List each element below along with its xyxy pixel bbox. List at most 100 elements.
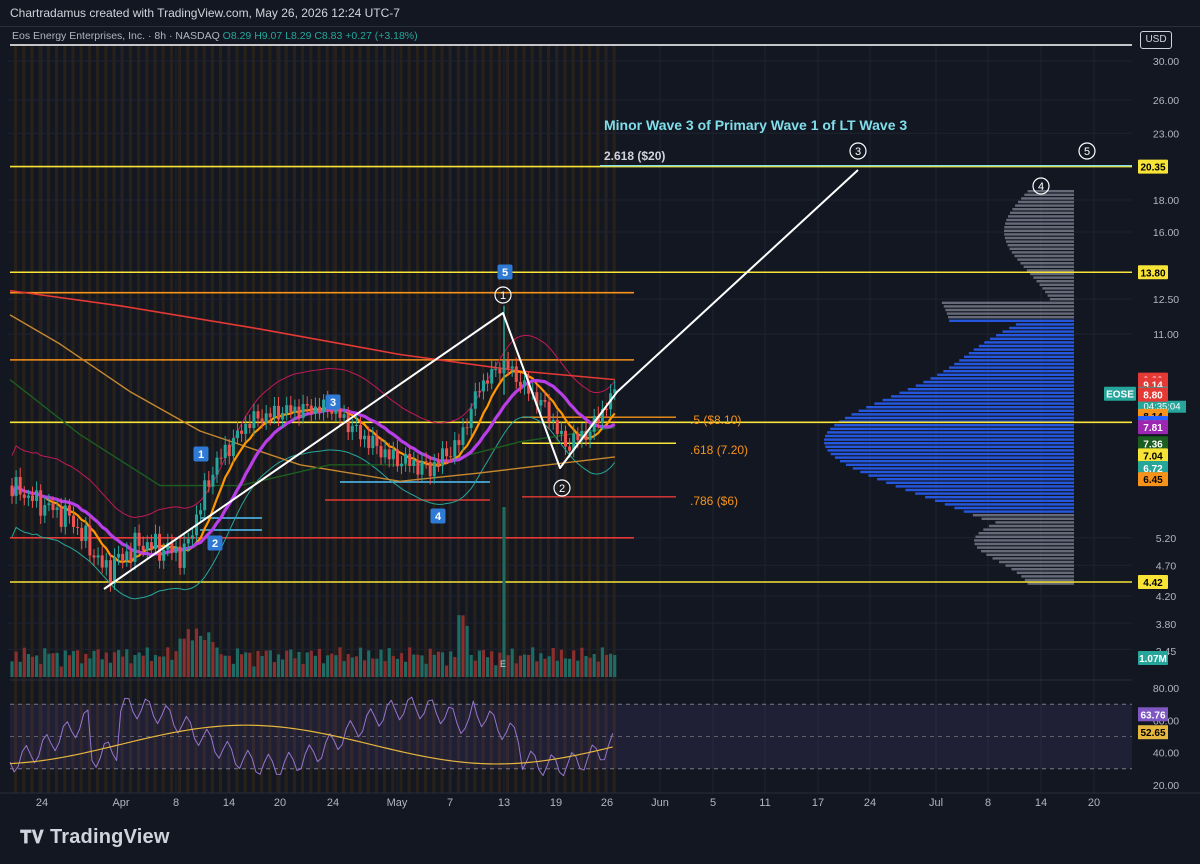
candle-body [158, 533, 162, 561]
volume-profile-bar [974, 539, 1074, 542]
currency-button[interactable]: USD [1140, 31, 1172, 49]
candle-body [133, 532, 137, 562]
volume-profile-bar [978, 532, 1074, 535]
volume-profile-bar [830, 452, 1074, 456]
session-stripe [407, 45, 411, 793]
time-tick: 24 [36, 797, 48, 809]
session-stripe [96, 45, 100, 793]
volume-profile-bar [1024, 193, 1074, 196]
candle-body [424, 461, 428, 463]
candle-body [449, 456, 453, 458]
price-tick: 4.20 [1156, 591, 1177, 603]
session-stripe [14, 45, 18, 793]
volume-profile-bar [999, 560, 1074, 564]
volume-bar [371, 658, 375, 677]
volume-bar [494, 665, 498, 677]
candle-body [506, 360, 510, 369]
volume-bar [580, 647, 584, 677]
candle-body [387, 449, 391, 460]
candle-body [96, 555, 100, 558]
session-stripe [186, 45, 190, 793]
candle-body [588, 431, 592, 441]
volume-bar [609, 653, 613, 677]
price-label: 6.45 [1143, 475, 1163, 486]
session-stripe [194, 45, 198, 793]
volume-profile-bar [1045, 290, 1074, 294]
earnings-marker: E [500, 659, 506, 669]
time-tick: 7 [447, 797, 453, 809]
candle-body [477, 391, 481, 393]
volume-bar [440, 652, 445, 677]
primary-wave-label: 5 [1084, 146, 1090, 158]
session-stripe [46, 45, 50, 793]
volume-bar [379, 649, 383, 677]
candle-body [268, 413, 272, 418]
session-stripe [489, 45, 493, 793]
candle-body [559, 430, 563, 435]
candle-body [236, 430, 239, 439]
session-stripe [153, 45, 157, 793]
session-stripe [530, 45, 534, 793]
candle-body [162, 549, 166, 561]
candle-body [149, 542, 153, 550]
session-stripe [571, 45, 575, 793]
volume-bar [276, 654, 281, 677]
session-stripe [432, 45, 436, 793]
candle-body [59, 507, 63, 527]
candle-body [305, 404, 309, 406]
candle-body [564, 430, 567, 447]
price-tick: 16.00 [1153, 227, 1179, 239]
volume-bar [481, 649, 486, 677]
time-tick: 19 [550, 797, 562, 809]
volume-bar [330, 653, 334, 677]
tradingview-logo[interactable]: 𝐓𝐕 TradingView [20, 826, 170, 849]
volume-bar [588, 657, 592, 677]
session-stripe [169, 45, 173, 793]
candle-body [211, 474, 215, 487]
volume-bar [535, 661, 539, 677]
volume-profile-bar [984, 341, 1074, 344]
session-stripe [383, 45, 387, 793]
candle-body [203, 480, 207, 511]
volume-profile-bar [1004, 236, 1074, 240]
candle-body [441, 448, 444, 466]
price-chart[interactable]: E Minor Wave 3 of Primary Wave 1 of LT W… [0, 0, 1200, 820]
session-stripe [55, 45, 59, 793]
session-stripe [161, 45, 165, 793]
candle-body [297, 406, 301, 418]
candle-body [379, 445, 383, 458]
volume-bar [568, 658, 572, 677]
candle-body [490, 369, 494, 384]
candle-body [190, 535, 194, 539]
volume-bar [268, 650, 272, 677]
volume-profile-bar [874, 402, 1074, 405]
volume-profile-bar [949, 319, 1074, 322]
volume-bar [153, 655, 158, 677]
volume-bar [453, 657, 457, 677]
volume-profile-bar [948, 366, 1074, 369]
volume-profile-bar [935, 499, 1074, 502]
volume-bar [367, 650, 371, 677]
volume-bar [334, 655, 338, 677]
volume-bar [67, 655, 71, 677]
session-stripe [30, 45, 34, 793]
rsi-value-label: 63.76 [1140, 710, 1165, 721]
candle-body [510, 366, 514, 369]
volume-profile-bar [824, 438, 1074, 441]
volume-bar [80, 663, 84, 677]
price-label: 4.42 [1143, 578, 1163, 589]
volume-profile-bar [860, 470, 1074, 474]
volume-bar [248, 652, 252, 677]
candle-body [445, 448, 449, 457]
volume-bar [190, 640, 194, 677]
volume-profile-bar [981, 550, 1074, 553]
volume-bar [112, 652, 117, 677]
candle-body [129, 551, 133, 562]
volume-bar [502, 507, 506, 677]
primary-wave-label: 2 [559, 483, 565, 495]
session-stripe [63, 45, 67, 793]
symbol-legend[interactable]: Eos Energy Enterprises, Inc. · 8h · NASD… [12, 30, 418, 42]
volume-profile-bar [1007, 244, 1074, 247]
volume-bar [383, 661, 387, 677]
volume-bar [199, 635, 203, 677]
